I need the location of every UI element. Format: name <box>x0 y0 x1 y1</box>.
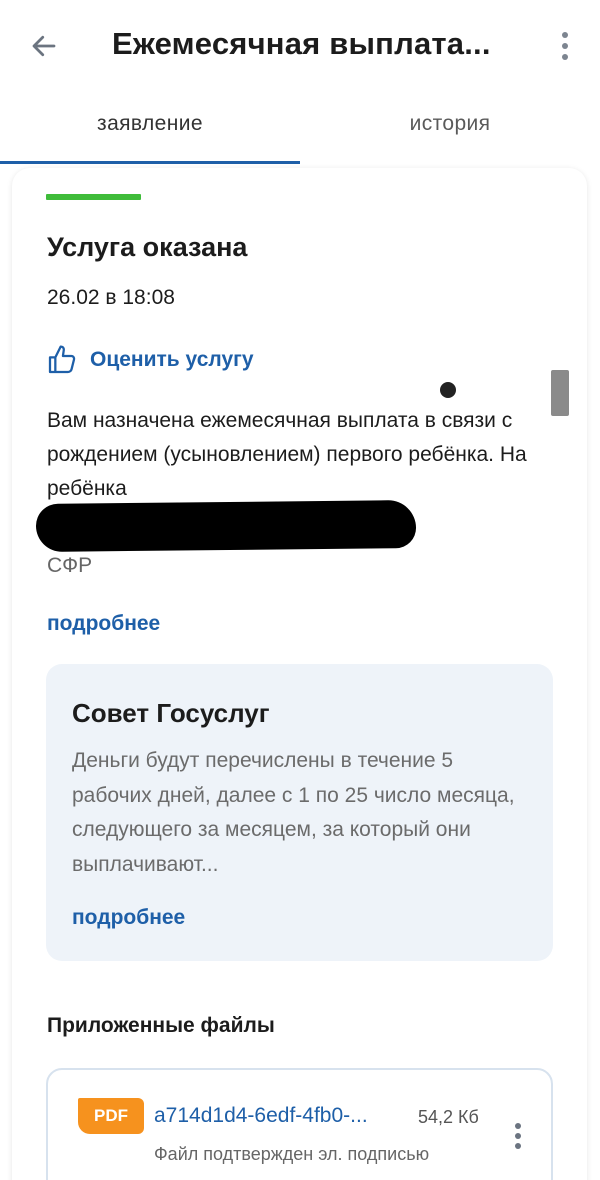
details-link[interactable]: подробнее <box>47 612 160 636</box>
application-card: Услуга оказана 26.02 в 18:08 Оценить усл… <box>12 168 587 1180</box>
rate-service-label: Оценить услугу <box>90 348 254 371</box>
file-size: 54,2 Кб <box>418 1107 479 1127</box>
redacted-text <box>35 500 417 552</box>
scrollbar-thumb[interactable] <box>551 370 569 416</box>
more-options-button[interactable] <box>548 24 582 68</box>
tab-application[interactable]: заявление <box>0 92 300 164</box>
advice-details-link[interactable]: подробнее <box>72 906 185 930</box>
tab-label: заявление <box>97 112 203 135</box>
advice-title: Совет Госуслуг <box>72 698 270 728</box>
file-signature-status: Файл подтвержден эл. подписью <box>154 1144 430 1164</box>
status-title: Услуга оказана <box>47 232 248 262</box>
app-bar: Ежемесячная выплата... <box>0 0 600 92</box>
attached-file-item[interactable]: PDF a714d1d4-6edf-4fb0-... 54,2 Кб Файл … <box>46 1068 553 1180</box>
tab-bar: заявление история <box>0 92 600 164</box>
attached-files-heading: Приложенные файлы <box>47 1014 275 1037</box>
arrow-back-icon <box>32 35 56 57</box>
page-title: Ежемесячная выплата... <box>112 26 491 61</box>
tab-history[interactable]: история <box>300 92 600 164</box>
pdf-file-icon: PDF <box>78 1098 144 1134</box>
file-more-button[interactable] <box>503 1116 533 1156</box>
more-vertical-icon <box>515 1123 521 1149</box>
service-message: Вам назначена ежемесячная выплата в связ… <box>47 409 527 500</box>
rate-service-link[interactable]: Оценить услугу <box>46 344 254 376</box>
status-indicator <box>46 194 141 200</box>
advice-text: Деньги будут перечислены в течение 5 раб… <box>72 749 515 876</box>
thumb-up-icon <box>48 345 76 374</box>
tab-label: история <box>409 112 491 135</box>
advice-block: Совет Госуслуг Деньги будут перечислены … <box>46 664 553 961</box>
file-name-link[interactable]: a714d1d4-6edf-4fb0-... <box>154 1104 404 1128</box>
touch-indicator <box>440 382 456 398</box>
tab-indicator <box>0 161 300 164</box>
status-date: 26.02 в 18:08 <box>47 286 175 309</box>
more-vertical-icon <box>562 32 568 60</box>
back-button[interactable] <box>20 24 68 68</box>
organization-label: СФР <box>47 554 93 577</box>
